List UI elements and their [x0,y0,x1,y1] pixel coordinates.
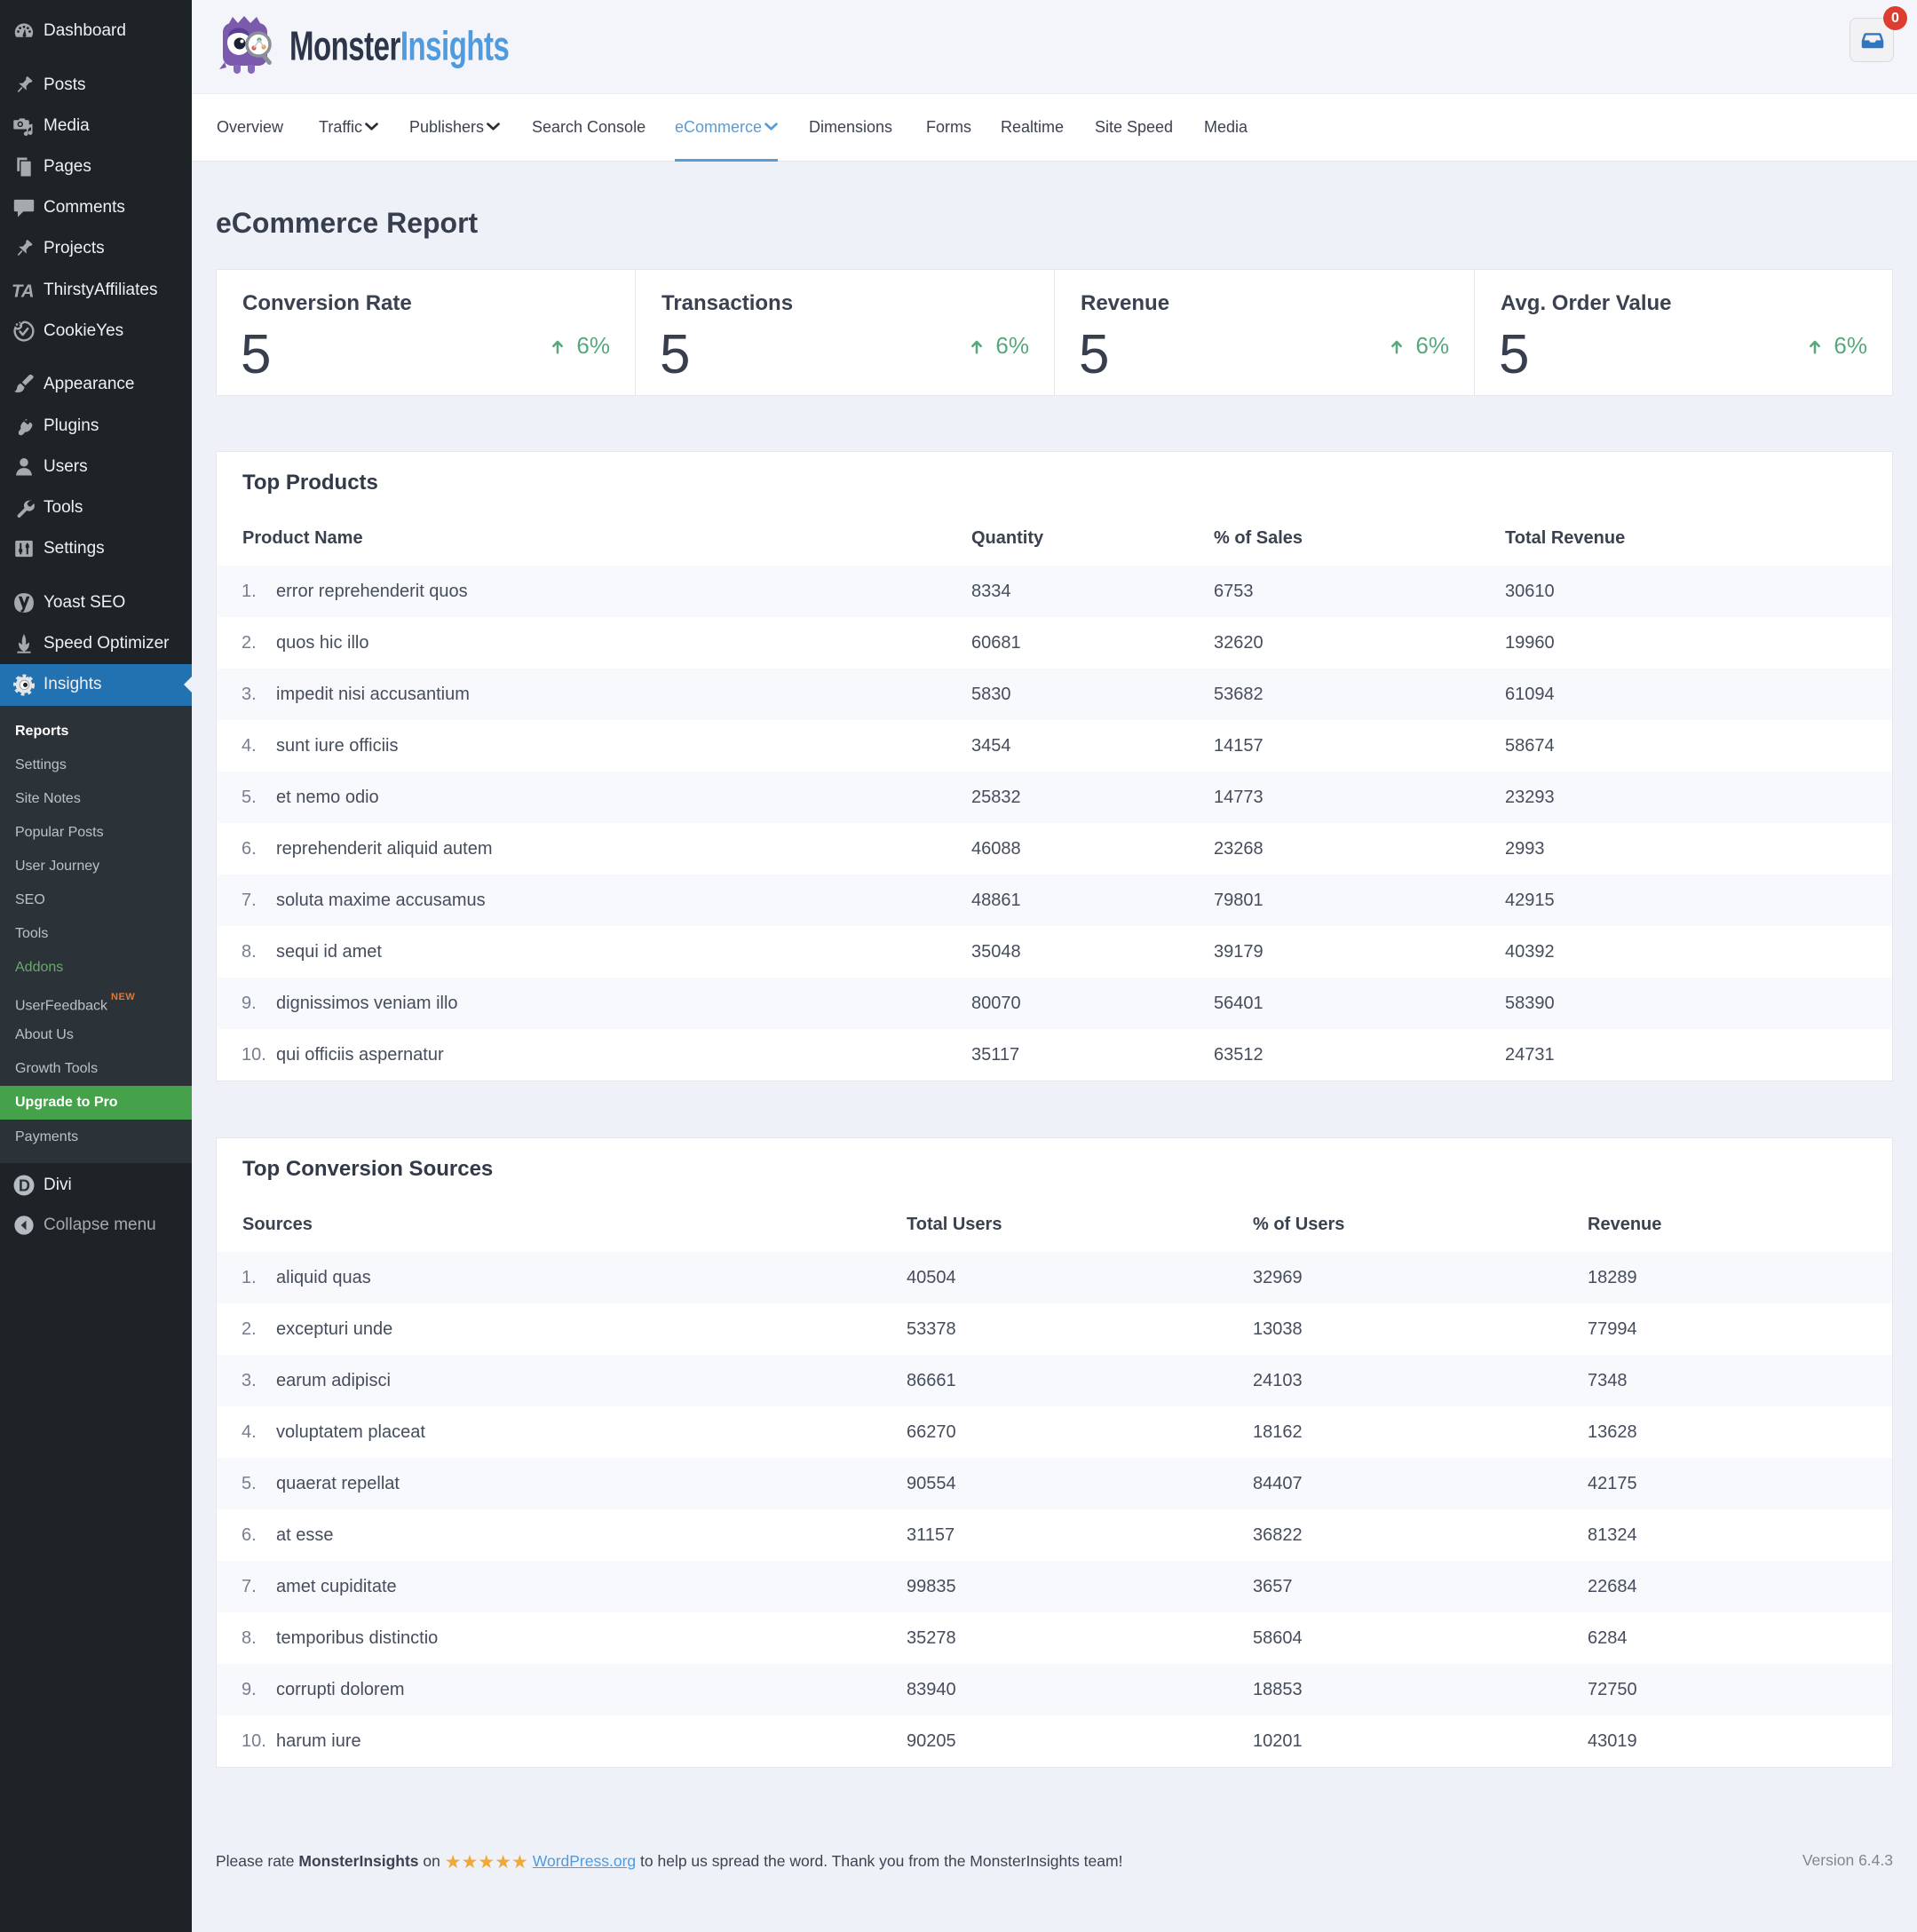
svg-text:TA: TA [12,282,35,302]
svg-text:D: D [19,1176,30,1194]
